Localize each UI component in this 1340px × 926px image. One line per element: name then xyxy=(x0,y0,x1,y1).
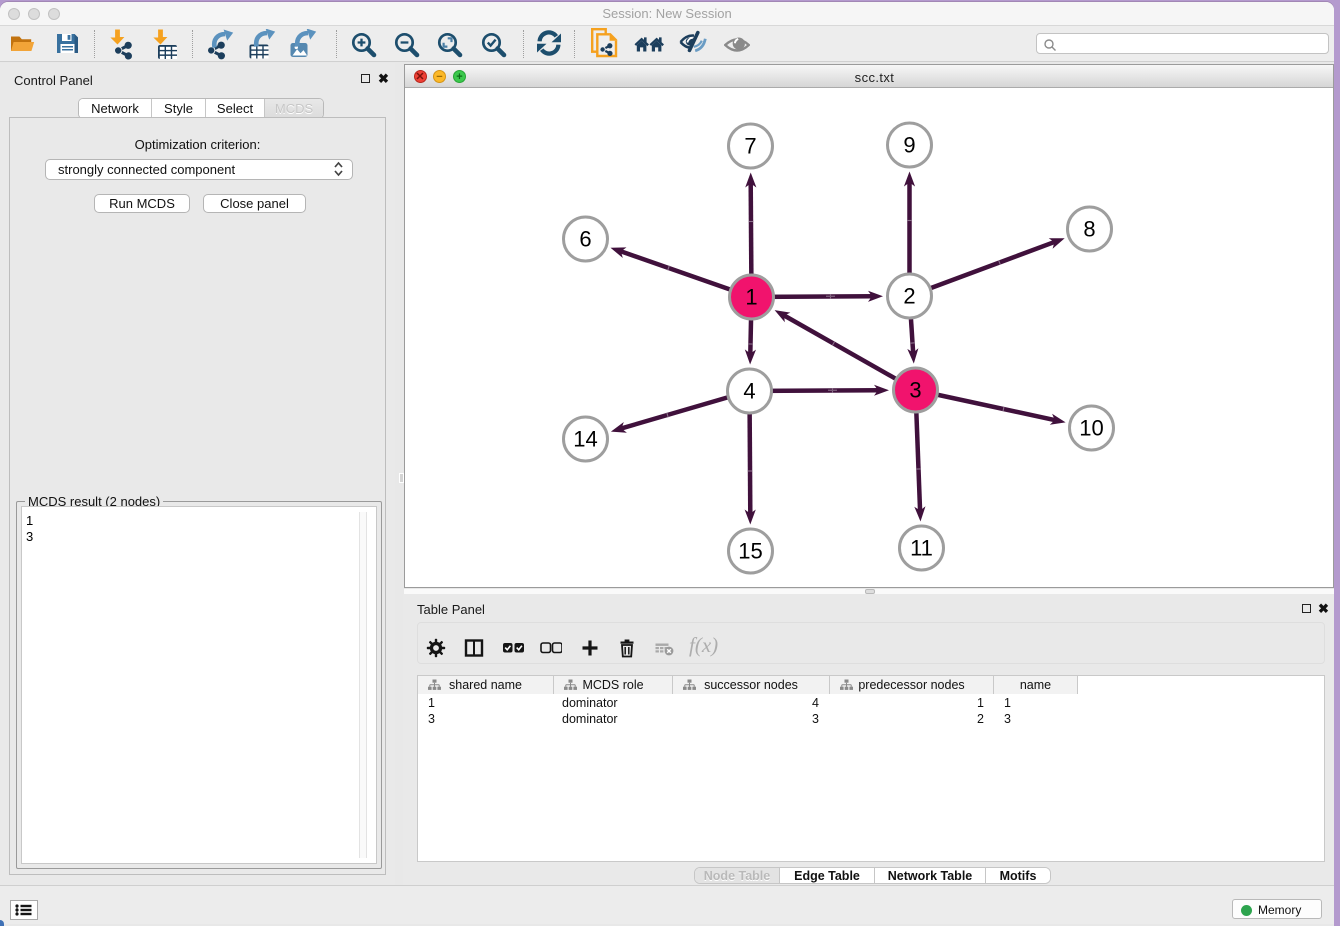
svg-text:1: 1 xyxy=(745,285,757,310)
svg-text:9: 9 xyxy=(903,133,915,158)
svg-text:4: 4 xyxy=(743,379,755,404)
svg-text:2: 2 xyxy=(903,284,915,309)
svg-text:3: 3 xyxy=(909,378,921,403)
svg-text:6: 6 xyxy=(579,227,591,252)
svg-text:11: 11 xyxy=(910,536,933,561)
svg-text:8: 8 xyxy=(1083,217,1095,242)
svg-text:15: 15 xyxy=(738,539,762,564)
svg-text:14: 14 xyxy=(573,427,597,452)
svg-text:10: 10 xyxy=(1079,416,1103,441)
svg-text:7: 7 xyxy=(744,134,756,159)
